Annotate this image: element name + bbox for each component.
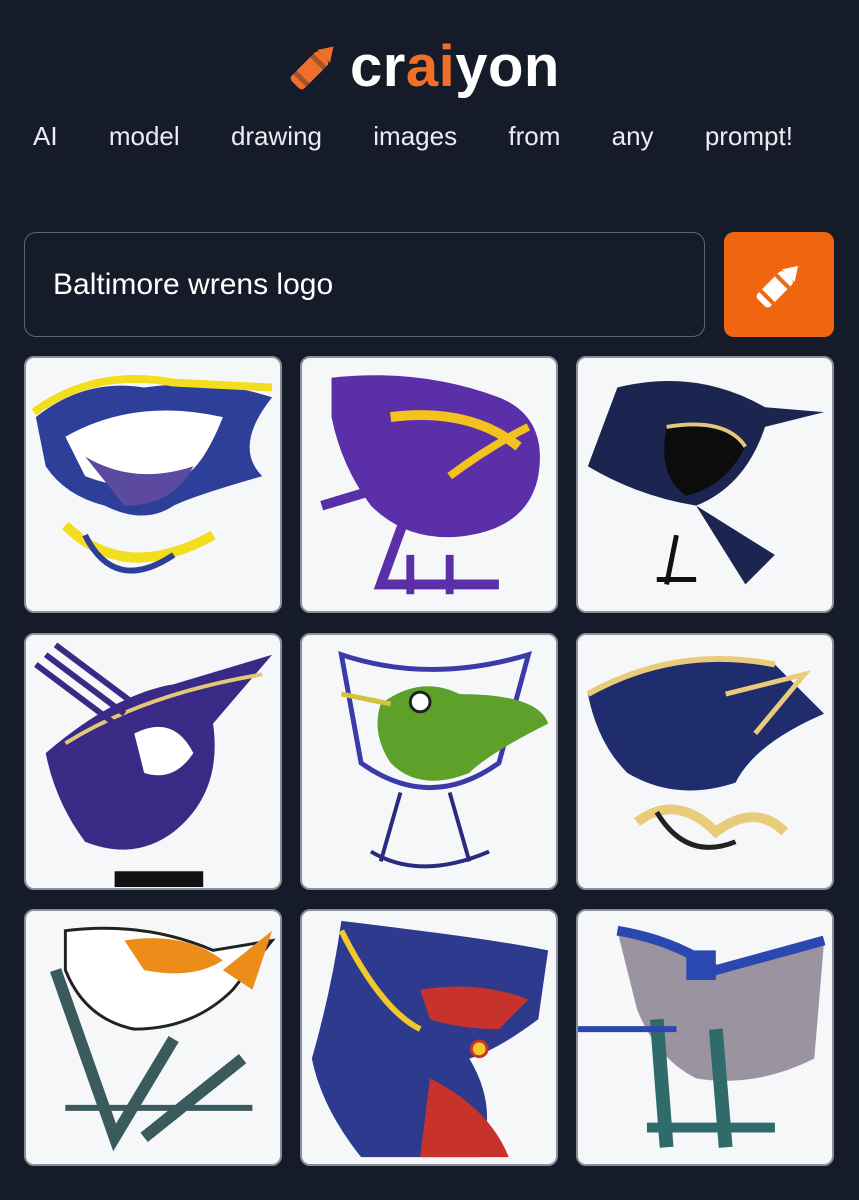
tagline-word: model xyxy=(108,121,180,151)
brand-name: craiyon xyxy=(350,34,560,99)
prompt-input[interactable] xyxy=(53,265,673,305)
result-image-6[interactable] xyxy=(576,633,834,890)
header: craiyon xyxy=(0,30,859,105)
result-image-8[interactable] xyxy=(300,909,558,1166)
tagline: AI model drawing images from any prompt! xyxy=(33,118,793,154)
tagline-word: any xyxy=(611,121,654,151)
result-image-3[interactable] xyxy=(576,356,834,613)
result-image-2[interactable] xyxy=(300,356,558,613)
results-grid xyxy=(24,356,835,1168)
result-image-1[interactable] xyxy=(24,356,282,613)
crayon-logo-icon xyxy=(290,46,334,90)
tagline-word: prompt! xyxy=(704,121,793,151)
craiyon-logo[interactable]: craiyon xyxy=(280,30,580,105)
tagline-word: AI xyxy=(33,121,58,151)
prompt-box[interactable] xyxy=(24,232,705,337)
crayon-icon xyxy=(756,265,799,308)
tagline-word: images xyxy=(373,121,458,151)
draw-button[interactable] xyxy=(724,232,834,337)
result-image-4[interactable] xyxy=(24,633,282,890)
result-image-9[interactable] xyxy=(576,909,834,1166)
tagline-word: drawing xyxy=(230,121,322,151)
result-image-5[interactable] xyxy=(300,633,558,890)
tagline-word: from xyxy=(508,121,561,151)
result-image-7[interactable] xyxy=(24,909,282,1166)
